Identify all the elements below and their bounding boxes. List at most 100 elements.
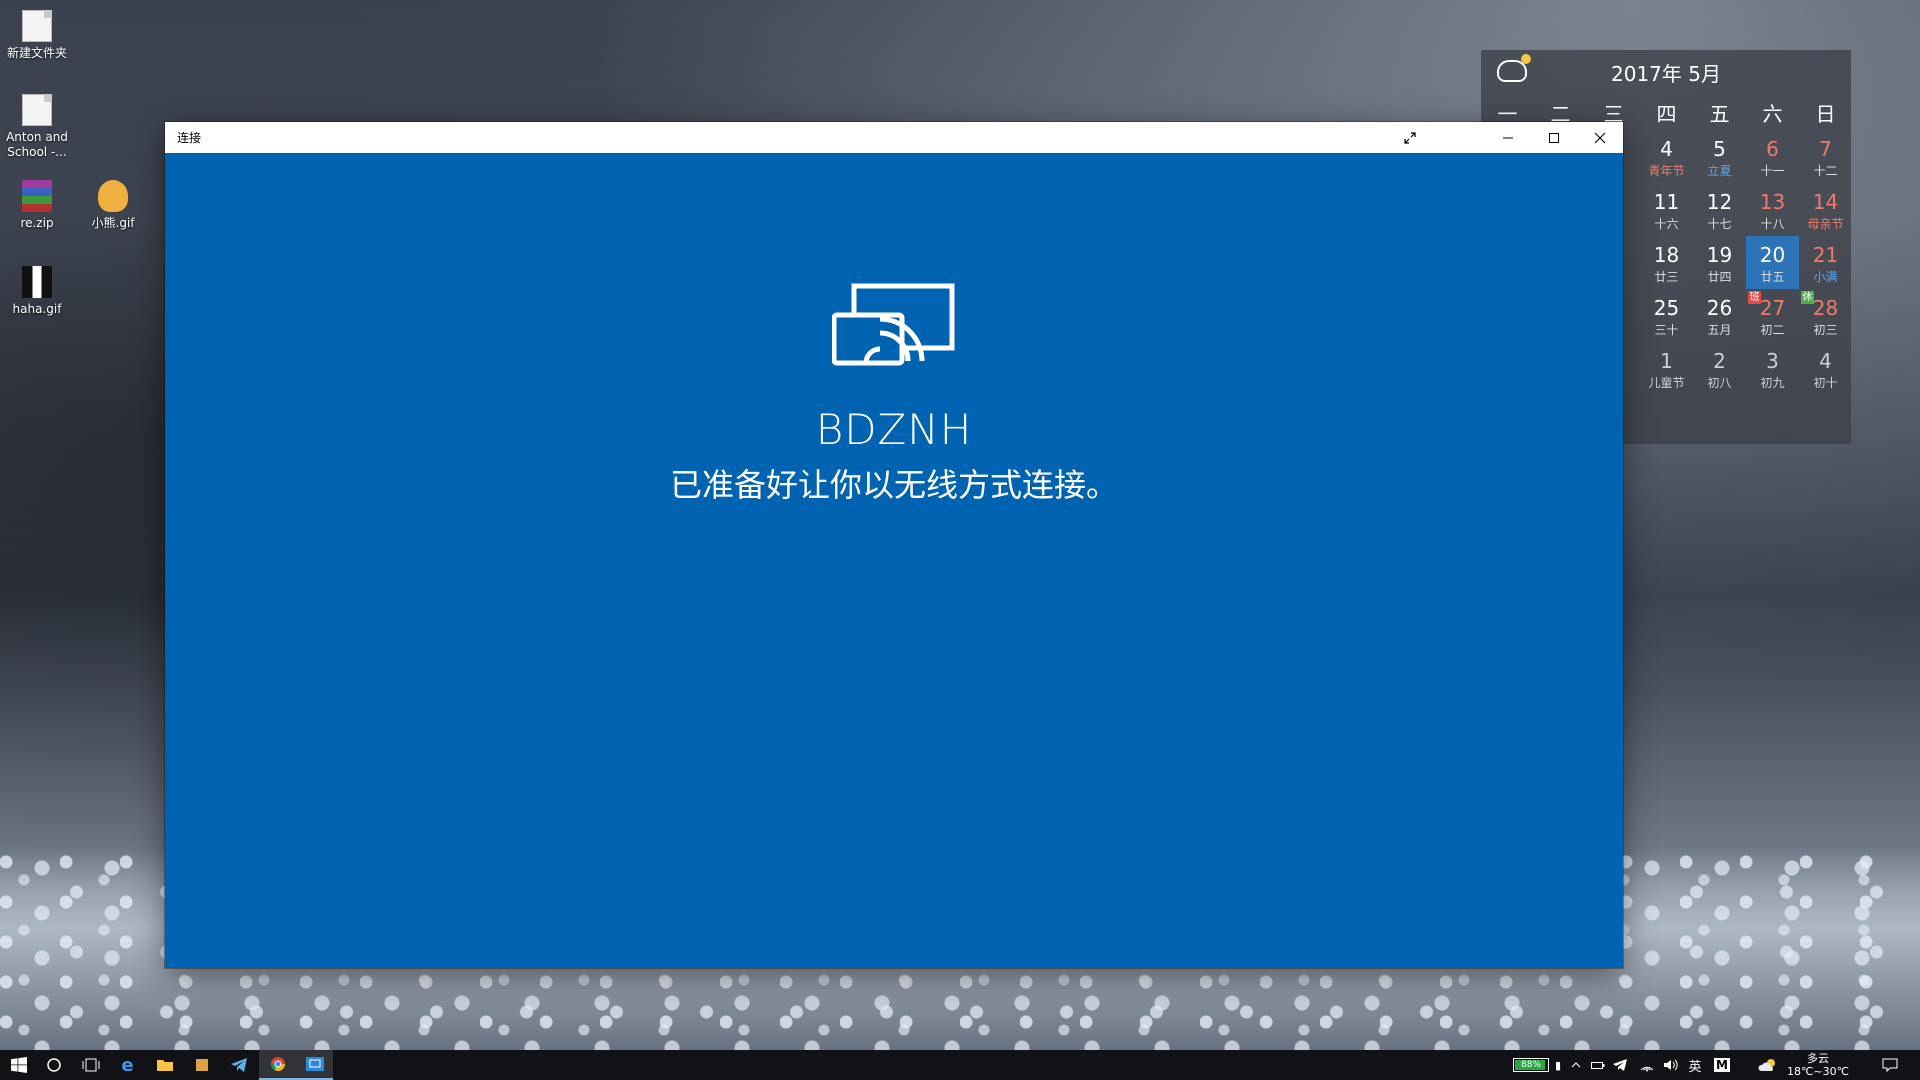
action-center-button[interactable] — [1870, 1050, 1910, 1080]
folder-icon — [156, 1060, 173, 1071]
calendar-day[interactable]: 28 初三休 — [1799, 289, 1852, 342]
calendar-lunar-label: 初十 — [1813, 376, 1838, 390]
calendar-lunar-label: 五月 — [1707, 323, 1732, 337]
chrome-icon — [270, 1057, 285, 1071]
cloudy-sun-icon — [1758, 1059, 1775, 1071]
weather-info[interactable]: 多云 18℃~30℃ — [1786, 1050, 1850, 1080]
taskbar-file-explorer[interactable] — [146, 1050, 183, 1080]
calendar-day[interactable]: 27 初二班 — [1746, 289, 1799, 342]
maximize-icon — [1549, 132, 1559, 143]
calendar-day-number: 7 — [1819, 137, 1832, 161]
fullscreen-button[interactable] — [1387, 122, 1433, 153]
search-button[interactable] — [35, 1050, 72, 1080]
chevron-up-icon — [1571, 1062, 1581, 1068]
calendar-day[interactable]: 25 三十 — [1640, 289, 1693, 342]
calendar-day-number: 1 — [1660, 349, 1673, 373]
desktop-icon-haha-gif[interactable]: haha.gif — [0, 266, 74, 317]
calendar-day[interactable]: 7 十二 — [1799, 130, 1852, 183]
paper-plane-tray-icon — [1613, 1059, 1627, 1071]
desktop-icon-label: Anton and School -... — [6, 130, 68, 159]
volume-button[interactable] — [1660, 1050, 1682, 1080]
calendar-lunar-label: 廿五 — [1760, 270, 1785, 284]
calendar-lunar-label: 初八 — [1707, 376, 1732, 390]
maximize-button[interactable] — [1531, 122, 1577, 153]
weather-condition: 多云 — [1807, 1052, 1829, 1065]
calendar-day[interactable]: 1 儿童节 — [1640, 342, 1693, 395]
window-titlebar[interactable]: 连接 — [165, 122, 1623, 153]
calendar-day-number: 25 — [1653, 296, 1680, 320]
battery-indicator[interactable]: 88% — [1511, 1050, 1551, 1080]
calendar-day-number: 3 — [1766, 349, 1779, 373]
wifi-icon — [1640, 1066, 1654, 1072]
tray-send-button[interactable] — [1610, 1050, 1630, 1080]
calendar-day[interactable]: 2 初八 — [1693, 342, 1746, 395]
calendar-day[interactable]: 3 初九 — [1746, 342, 1799, 395]
calendar-day[interactable]: 6 十一 — [1746, 130, 1799, 183]
calendar-day-number: 13 — [1759, 190, 1786, 214]
calendar-day[interactable]: 14 母亲节 — [1799, 183, 1852, 236]
minimize-button[interactable] — [1485, 122, 1531, 153]
weather-button[interactable] — [1754, 1050, 1782, 1080]
speaker-icon — [1664, 1059, 1678, 1071]
calendar-day[interactable]: 11 十六 — [1640, 183, 1693, 236]
calendar-lunar-label: 廿四 — [1707, 270, 1732, 284]
input-language-button[interactable]: 英 — [1684, 1050, 1706, 1080]
battery-tray-icon — [1591, 1062, 1605, 1069]
calendar-day[interactable]: 4 青年节 — [1640, 130, 1693, 183]
calendar-day[interactable]: 5 立夏 — [1693, 130, 1746, 183]
calendar-lunar-label: 十六 — [1654, 217, 1679, 231]
show-hidden-icons-button[interactable] — [1566, 1050, 1586, 1080]
taskbar-edge[interactable]: e — [109, 1050, 146, 1080]
calendar-lunar-label: 儿童节 — [1648, 376, 1685, 390]
calendar-lunar-label: 初九 — [1760, 376, 1785, 390]
taskbar-app[interactable] — [183, 1050, 220, 1080]
app-icon — [195, 1059, 208, 1071]
calendar-day[interactable]: 21 小满 — [1799, 236, 1852, 289]
ime-mode-button[interactable]: M — [1712, 1050, 1732, 1080]
calendar-lunar-label: 十七 — [1707, 217, 1732, 231]
taskbar-chrome[interactable] — [259, 1050, 296, 1080]
bear-image-icon — [98, 180, 128, 212]
calendar-header: 2017年 5月 — [1481, 50, 1851, 94]
desktop-icon-label: haha.gif — [12, 302, 62, 316]
holiday-badge: 休 — [1801, 291, 1814, 304]
wireless-display-icon — [832, 283, 955, 366]
connection-status-text: 已准备好让你以无线方式连接。 — [669, 466, 1118, 504]
calendar-day-number: 20 — [1759, 243, 1786, 267]
calendar-day[interactable]: 18 廿三 — [1640, 236, 1693, 289]
cloudy-weather-icon[interactable] — [1497, 54, 1531, 82]
calendar-lunar-label: 廿三 — [1654, 270, 1679, 284]
input-language-label: 英 — [1688, 1059, 1702, 1075]
taskbar-telegram[interactable] — [220, 1050, 257, 1080]
calendar-lunar-label: 三十 — [1654, 323, 1679, 337]
paper-plane-icon — [230, 1058, 247, 1072]
calendar-day-number: 19 — [1706, 243, 1733, 267]
image-icon — [22, 266, 52, 298]
network-button[interactable] — [1636, 1050, 1658, 1080]
desktop-icon-bear-gif[interactable]: 小熊.gif — [76, 180, 150, 231]
edge-icon: e — [121, 1054, 134, 1076]
calendar-day[interactable]: 19 廿四 — [1693, 236, 1746, 289]
taskbar-connect[interactable] — [296, 1050, 333, 1080]
battery-tray-button[interactable] — [1588, 1050, 1608, 1080]
battery-icon: 88% — [1513, 1058, 1549, 1072]
calendar-day[interactable]: 13 十八 — [1746, 183, 1799, 236]
calendar-day[interactable]: 12 十七 — [1693, 183, 1746, 236]
task-view-button[interactable] — [72, 1050, 109, 1080]
start-button[interactable] — [0, 1050, 37, 1080]
plug-icon: ▮ — [1554, 1058, 1562, 1072]
desktop-icon-new-folder[interactable]: 新建文件夹 — [0, 10, 74, 61]
calendar-lunar-label: 初三 — [1813, 323, 1838, 337]
calendar-day-number: 26 — [1706, 296, 1733, 320]
connect-app-icon — [305, 1057, 324, 1071]
calendar-day[interactable]: 20 廿五 — [1746, 236, 1799, 289]
calendar-lunar-label: 小满 — [1813, 270, 1838, 284]
calendar-day[interactable]: 4 初十 — [1799, 342, 1852, 395]
calendar-weekday: 六 — [1762, 101, 1783, 126]
calendar-lunar-label: 母亲节 — [1807, 217, 1844, 231]
close-button[interactable] — [1577, 122, 1623, 153]
desktop-icon-re-zip[interactable]: re.zip — [0, 180, 74, 231]
desktop-icon-pdf[interactable]: Anton and School -... — [0, 94, 74, 160]
calendar-month-title[interactable]: 2017年 5月 — [1611, 58, 1721, 87]
calendar-day[interactable]: 26 五月 — [1693, 289, 1746, 342]
